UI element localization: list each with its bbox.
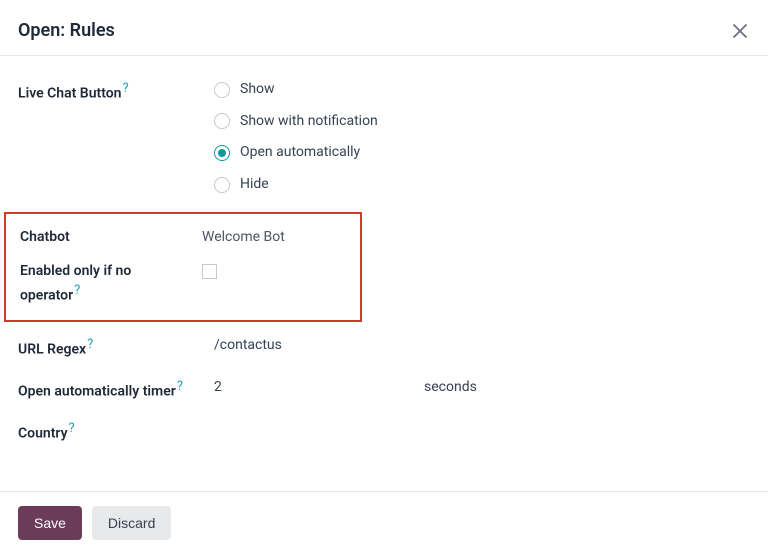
row-live-chat-button: Live Chat Button? Show Show with notific… <box>18 80 750 194</box>
value-open-timer: 2 seconds <box>214 378 750 398</box>
label-live-chat-button: Live Chat Button? <box>18 80 214 104</box>
row-enabled-no-operator: Enabled only if no operator? <box>20 262 360 306</box>
label-chatbot: Chatbot <box>20 228 202 248</box>
label-text: Open automatically timer <box>18 384 176 400</box>
radio-label: Show <box>240 80 275 100</box>
modal-header: Open: Rules <box>0 0 768 55</box>
chatbot-value[interactable]: Welcome Bot <box>202 228 285 248</box>
help-icon[interactable]: ? <box>87 337 93 352</box>
radio-option-show-notification[interactable]: Show with notification <box>214 112 378 132</box>
modal-footer: Save Discard <box>0 492 768 558</box>
url-regex-value[interactable]: /contactus <box>214 336 282 356</box>
help-icon[interactable]: ? <box>69 421 75 436</box>
help-icon[interactable]: ? <box>123 81 129 96</box>
value-live-chat-button: Show Show with notification Open automat… <box>214 80 750 194</box>
open-timer-unit: seconds <box>424 378 477 398</box>
save-button[interactable]: Save <box>18 506 82 540</box>
label-text: URL Regex <box>18 341 86 357</box>
discard-button[interactable]: Discard <box>92 506 171 540</box>
modal-title-prefix: Open: <box>18 20 65 41</box>
radio-label: Show with notification <box>240 112 378 132</box>
close-icon[interactable] <box>730 21 750 41</box>
radio-option-hide[interactable]: Hide <box>214 175 378 195</box>
value-chatbot: Welcome Bot <box>202 228 360 248</box>
chatbot-highlight-box: Chatbot Welcome Bot Enabled only if no o… <box>4 212 362 321</box>
row-open-timer: Open automatically timer? 2 seconds <box>18 378 750 402</box>
form-body: Live Chat Button? Show Show with notific… <box>0 56 768 491</box>
row-url-regex: URL Regex? /contactus <box>18 336 750 360</box>
label-enabled-no-operator: Enabled only if no operator? <box>20 262 202 306</box>
radio-icon <box>214 177 230 193</box>
radio-icon <box>214 145 230 161</box>
row-chatbot: Chatbot Welcome Bot <box>20 228 360 248</box>
modal-title-name: Rules <box>70 20 115 41</box>
radio-icon <box>214 82 230 98</box>
label-country: Country? <box>18 420 214 444</box>
label-url-regex: URL Regex? <box>18 336 214 360</box>
help-icon[interactable]: ? <box>177 379 183 394</box>
open-timer-value[interactable]: 2 <box>214 378 354 398</box>
radio-group-live-chat: Show Show with notification Open automat… <box>214 80 378 194</box>
modal-title: Open: Rules <box>18 20 115 41</box>
help-icon[interactable]: ? <box>74 283 80 298</box>
radio-label: Open automatically <box>240 143 360 163</box>
radio-icon <box>214 113 230 129</box>
label-text: Live Chat Button <box>18 86 122 102</box>
radio-label: Hide <box>240 175 269 195</box>
value-enabled-no-operator <box>202 262 360 279</box>
label-open-timer: Open automatically timer? <box>18 378 214 402</box>
value-url-regex: /contactus <box>214 336 750 356</box>
label-text: Chatbot <box>20 229 70 245</box>
radio-option-open-automatically[interactable]: Open automatically <box>214 143 378 163</box>
row-country: Country? <box>18 420 750 444</box>
enabled-no-operator-checkbox[interactable] <box>202 264 217 279</box>
radio-option-show[interactable]: Show <box>214 80 378 100</box>
label-text: Country <box>18 426 68 442</box>
